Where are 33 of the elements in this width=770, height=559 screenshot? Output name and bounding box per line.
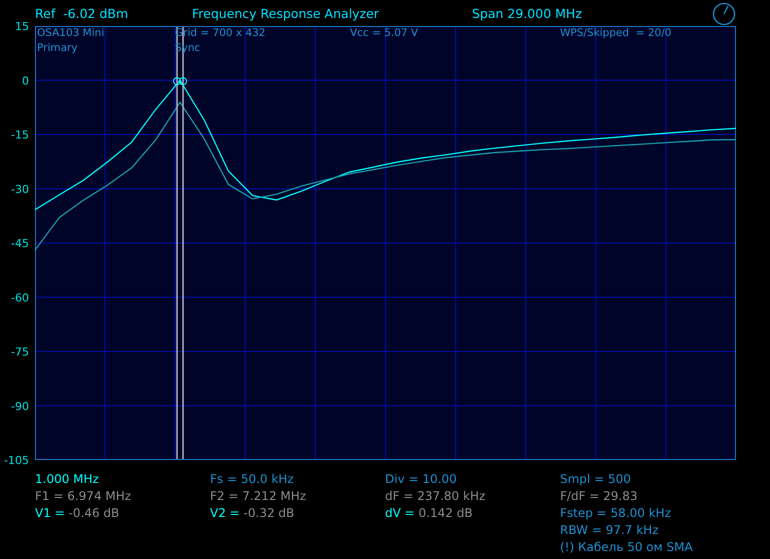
axis-tick-label: -90 xyxy=(11,400,29,413)
readout-text: RBW = 97.7 kHz xyxy=(560,522,658,539)
window-title: Frequency Response Analyzer xyxy=(192,6,379,21)
axis-tick-label: -45 xyxy=(11,237,29,250)
axis-tick-label: -75 xyxy=(11,346,29,358)
readout-text: F1 = 6.974 MHz xyxy=(35,488,132,505)
readout-text: dF = 237.80 kHz xyxy=(385,488,486,505)
axis-tick-label: -60 xyxy=(11,291,29,304)
clock-icon[interactable] xyxy=(712,2,736,26)
axis-tick-label: -105 xyxy=(4,454,29,467)
axis-tick-label: -30 xyxy=(11,182,29,196)
reference-level: Ref -6.02 dBm xyxy=(35,6,128,21)
marker-point xyxy=(179,77,188,86)
readout-text: (!) Кабель 50 ом SMA xyxy=(560,539,693,556)
readout-text: Smpl = 500 xyxy=(560,471,631,488)
marker-line[interactable] xyxy=(182,27,184,459)
readout-text: 1.000 MHz xyxy=(35,471,99,488)
plot-info-text: OSA103 Mini xyxy=(37,26,104,41)
readout-text: V1 = -0.46 dB xyxy=(35,505,120,522)
axis-tick-label: -15 xyxy=(11,128,29,142)
readout-text: Fs = 50.0 kHz xyxy=(210,471,294,488)
readout-text: Div = 10.00 xyxy=(385,471,457,488)
readout-text: V2 = -0.32 dB xyxy=(210,505,294,522)
marker-line[interactable] xyxy=(176,27,178,459)
readout-text: dV = 0.142 dB xyxy=(385,505,473,522)
plot-info-text: Primary xyxy=(37,41,78,56)
readout-text: F/dF = 29.83 xyxy=(560,488,638,505)
axis-tick-label: 0 xyxy=(22,74,29,88)
readout-text: Fstep = 58.00 kHz xyxy=(560,505,671,522)
axis-tick-label: 15 xyxy=(15,20,29,33)
readout-text: F2 = 7.212 MHz xyxy=(210,488,306,505)
marker-point xyxy=(173,77,182,86)
span-readout: Span 29.000 MHz xyxy=(472,6,582,21)
